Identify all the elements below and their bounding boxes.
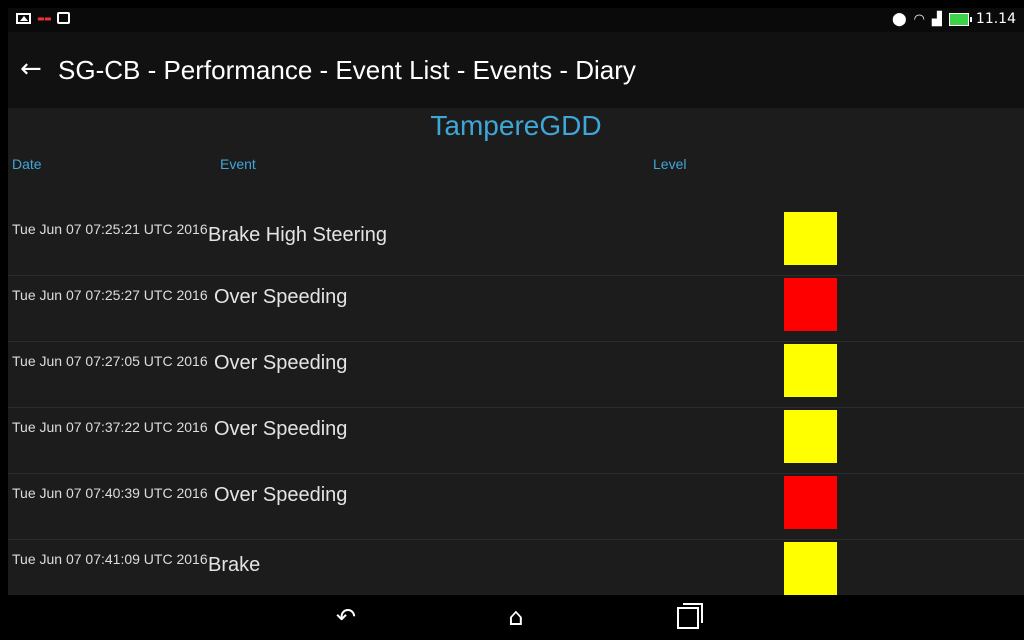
- event-name: Brake: [208, 554, 261, 576]
- app-notification-icon: ▬▬: [37, 13, 52, 23]
- event-level-indicator: [784, 476, 837, 529]
- wifi-icon: ◠: [913, 11, 925, 27]
- event-date: Tue Jun 07 07:27:05 UTC 2016: [12, 353, 208, 369]
- event-level-indicator: [784, 542, 837, 595]
- nav-back-icon[interactable]: ↶: [326, 601, 366, 633]
- event-name: Over Speeding: [214, 352, 348, 374]
- event-row[interactable]: Tue Jun 07 07:25:21 UTC 2016 Brake High S…: [8, 210, 1024, 276]
- nav-recents-icon[interactable]: [668, 601, 708, 633]
- status-bar: ▬▬ ⬤ ◠ ▟ 11.14: [8, 8, 1024, 32]
- image-notification-icon: [16, 12, 31, 24]
- event-level-indicator: [784, 344, 837, 397]
- event-date: Tue Jun 07 07:41:09 UTC 2016: [12, 551, 208, 567]
- battery-charging-icon: [948, 12, 972, 26]
- event-name: Over Speeding: [214, 286, 348, 308]
- navigation-bar: ↶ ⌂: [8, 595, 1024, 640]
- data-icon: ▟: [931, 11, 942, 27]
- app-bar: ← SG-CB - Performance - Event List - Eve…: [8, 32, 1024, 108]
- back-arrow-icon[interactable]: ←: [20, 54, 48, 84]
- status-time: 11.14: [975, 11, 1016, 27]
- event-level-indicator: [784, 410, 837, 463]
- event-row[interactable]: Tue Jun 07 07:37:22 UTC 2016 Over Speedin…: [8, 408, 1024, 474]
- page-title: SG-CB - Performance - Event List - Event…: [58, 55, 636, 85]
- bag-notification-icon: [57, 12, 71, 24]
- event-row[interactable]: Tue Jun 07 07:27:05 UTC 2016 Over Speedin…: [8, 342, 1024, 408]
- event-name: Over Speeding: [214, 484, 348, 506]
- event-date: Tue Jun 07 07:25:21 UTC 2016: [12, 221, 208, 237]
- event-list: Tue Jun 07 07:25:21 UTC 2016 Brake High S…: [8, 210, 1024, 606]
- user-title: TampereGDD: [430, 110, 602, 141]
- system-icons: ⬤ ◠ ▟ 11.14: [892, 11, 1016, 27]
- location-icon: ⬤: [892, 11, 907, 27]
- event-name: Brake High Steering: [208, 224, 387, 246]
- screen: ▬▬ ⬤ ◠ ▟ 11.14 ← SG-CB - Performance - E…: [8, 8, 1024, 640]
- column-header-event: Event: [220, 156, 256, 172]
- event-list-content: TampereGDD Date Event Level Tue Jun 07 0…: [8, 108, 1024, 606]
- column-header-level: Level: [653, 156, 687, 172]
- event-row[interactable]: Tue Jun 07 07:40:39 UTC 2016 Over Speedin…: [8, 474, 1024, 540]
- event-date: Tue Jun 07 07:37:22 UTC 2016: [12, 419, 208, 435]
- nav-home-icon[interactable]: ⌂: [496, 601, 536, 633]
- column-header-date: Date: [12, 156, 42, 172]
- event-date: Tue Jun 07 07:25:27 UTC 2016: [12, 287, 208, 303]
- event-level-indicator: [784, 212, 837, 265]
- device-frame: ▬▬ ⬤ ◠ ▟ 11.14 ← SG-CB - Performance - E…: [0, 0, 1024, 640]
- event-name: Over Speeding: [214, 418, 348, 440]
- event-row[interactable]: Tue Jun 07 07:25:27 UTC 2016 Over Speedin…: [8, 276, 1024, 342]
- event-level-indicator: [784, 278, 837, 331]
- event-date: Tue Jun 07 07:40:39 UTC 2016: [12, 485, 208, 501]
- notification-icons: ▬▬: [16, 12, 71, 24]
